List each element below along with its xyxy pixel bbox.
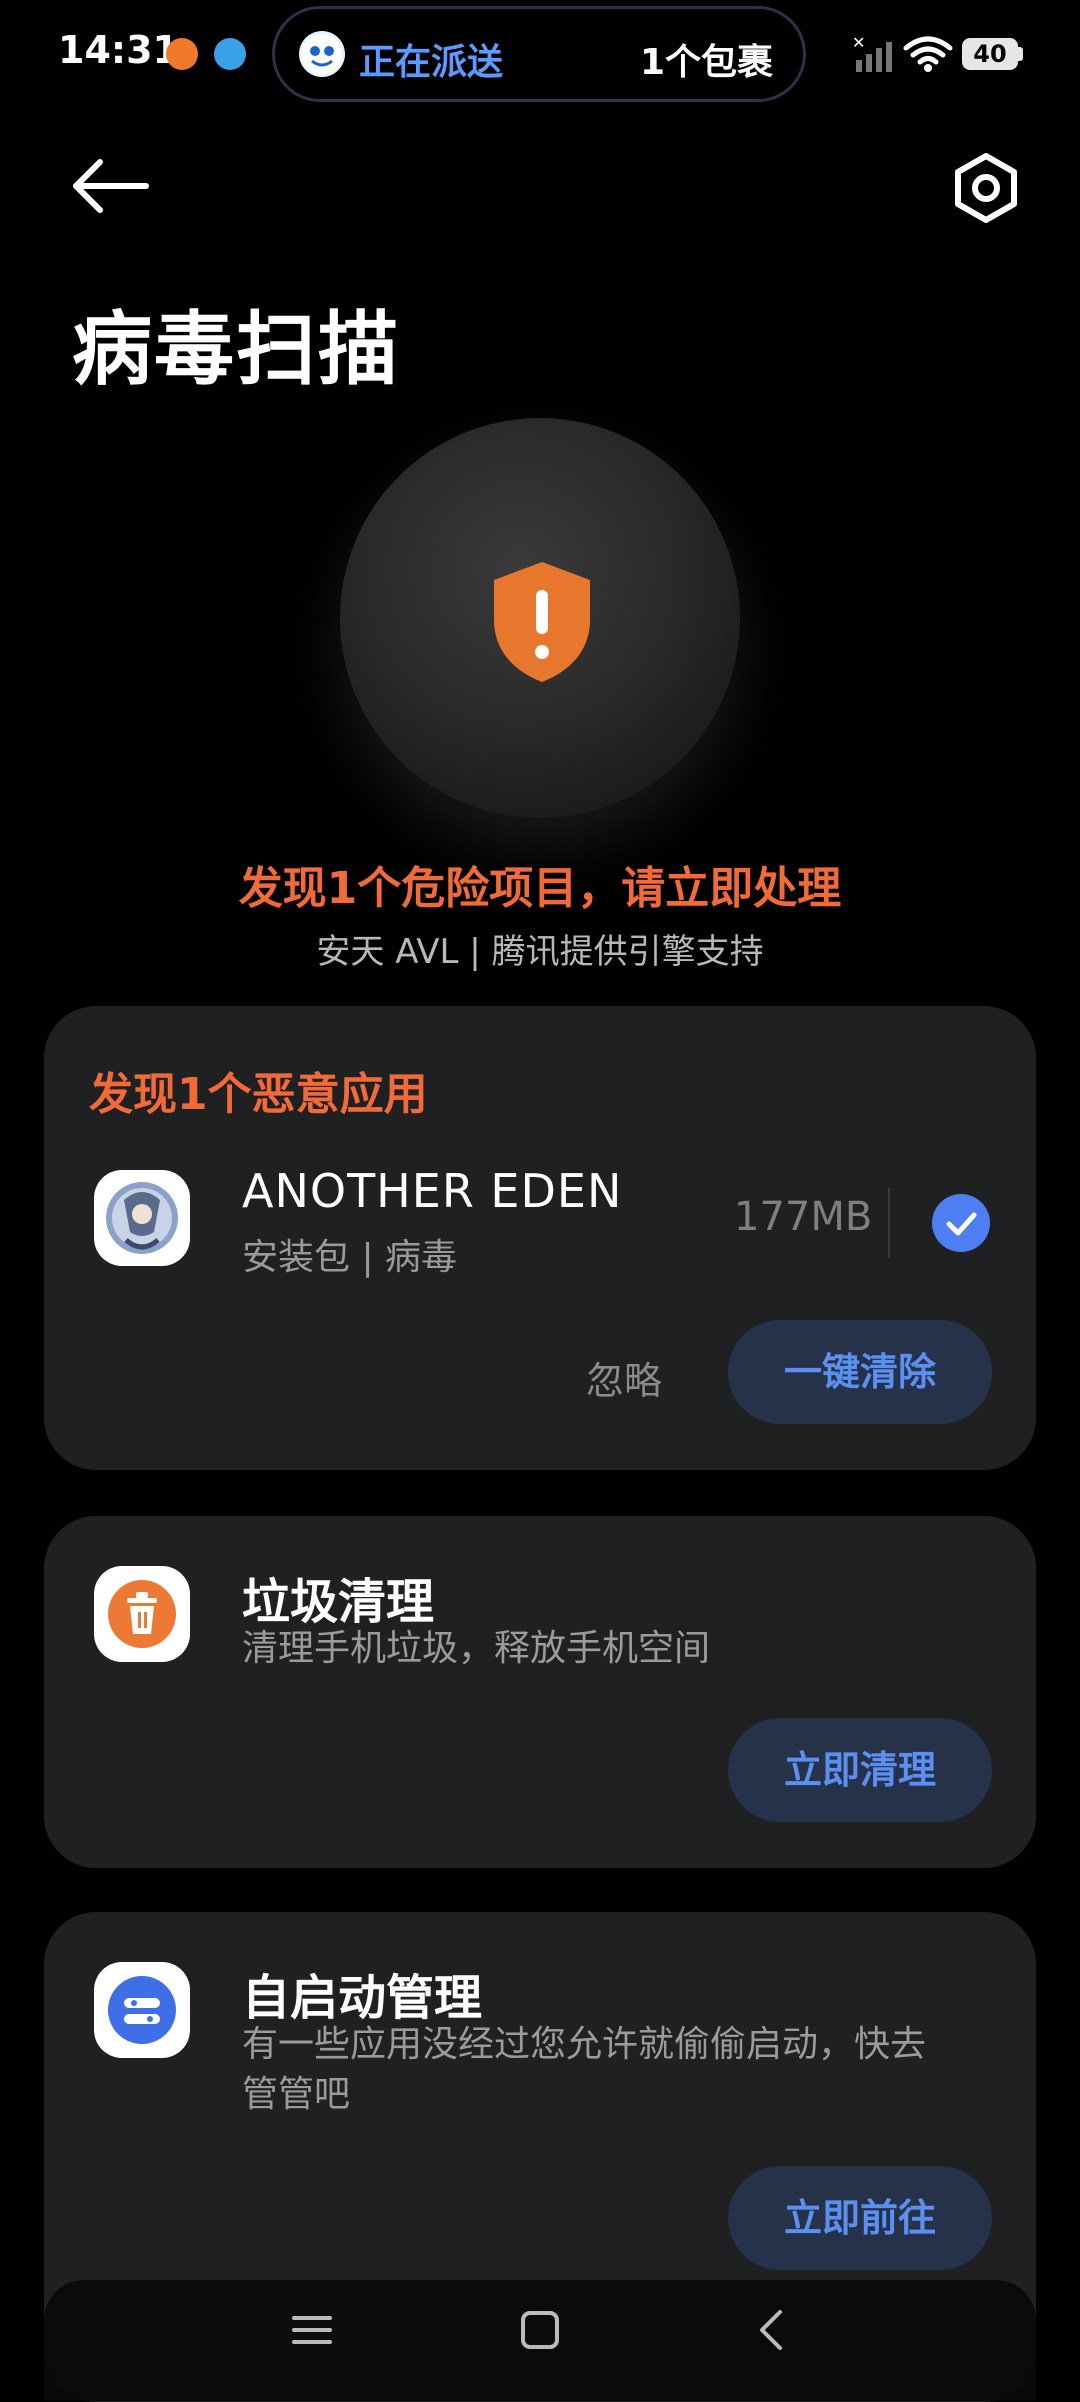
scan-warning-text: 发现1个危险项目，请立即处理 <box>238 863 842 914</box>
autostart-desc-line2: 管管吧 <box>242 2074 351 2115</box>
battery-icon: 40 <box>962 38 1018 70</box>
wifi-icon <box>902 34 954 78</box>
autostart-desc-line1: 有一些应用没经过您允许就偷偷启动，快去 <box>242 2024 927 2065</box>
home-icon[interactable] <box>518 2308 562 2356</box>
island-title: 正在派送 <box>359 42 504 83</box>
signal-icon: ✕ <box>852 33 896 78</box>
ignore-button[interactable]: 忽略 <box>586 1350 662 1405</box>
another-eden-app-icon <box>94 1170 190 1266</box>
gear-icon <box>955 153 1017 223</box>
select-checkbox[interactable] <box>932 1194 990 1252</box>
delivery-mascot-icon <box>299 31 345 77</box>
size-divider <box>888 1188 890 1258</box>
checkmark-icon <box>946 1212 977 1236</box>
svg-text:✕: ✕ <box>852 34 865 52</box>
menu-icon[interactable] <box>288 2310 336 2354</box>
trash-icon <box>108 1580 176 1648</box>
island-count: 1个包裹 <box>639 42 773 83</box>
clean-now-button[interactable]: 立即清理 <box>728 1718 992 1822</box>
autostart-tile <box>94 1962 190 2058</box>
system-nav-bar <box>44 2280 1036 2401</box>
mi-app-icon <box>166 38 198 70</box>
battery-tip <box>1018 47 1023 61</box>
malware-section-title: 发现1个恶意应用 <box>89 1069 428 1120</box>
junk-clean-tile <box>94 1566 190 1662</box>
junk-clean-card: 垃圾清理 清理手机垃圾，释放手机空间 立即清理 <box>44 1516 1036 1868</box>
arrow-left-icon <box>73 159 149 213</box>
status-time: 14:31 <box>58 28 179 72</box>
delivery-island[interactable]: 正在派送 1个包裹 <box>272 6 806 102</box>
back-nav-icon[interactable] <box>752 2306 792 2358</box>
one-click-clean-button[interactable]: 一键清除 <box>728 1320 992 1424</box>
settings-button[interactable] <box>948 150 1024 226</box>
malware-app-name: ANOTHER EDEN <box>242 1164 623 1218</box>
page-title: 病毒扫描 <box>72 303 400 396</box>
back-button[interactable] <box>62 150 158 222</box>
toggle-list-icon <box>108 1976 176 2044</box>
malware-card: 发现1个恶意应用 ANOTHER EDEN 安装包 | 病毒 177MB 忽略 … <box>44 1006 1036 1470</box>
junk-clean-desc: 清理手机垃圾，释放手机空间 <box>242 1628 711 1669</box>
go-now-button[interactable]: 立即前往 <box>728 2166 992 2270</box>
engine-info-text: 安天 AVL | 腾讯提供引擎支持 <box>316 932 764 972</box>
autostart-title: 自启动管理 <box>242 1970 483 2026</box>
malware-app-size: 177MB <box>734 1194 873 1240</box>
junk-clean-title: 垃圾清理 <box>242 1574 435 1630</box>
malware-app-subtitle: 安装包 | 病毒 <box>242 1237 458 1278</box>
danger-shield-icon <box>490 560 594 684</box>
message-app-icon <box>214 38 246 70</box>
